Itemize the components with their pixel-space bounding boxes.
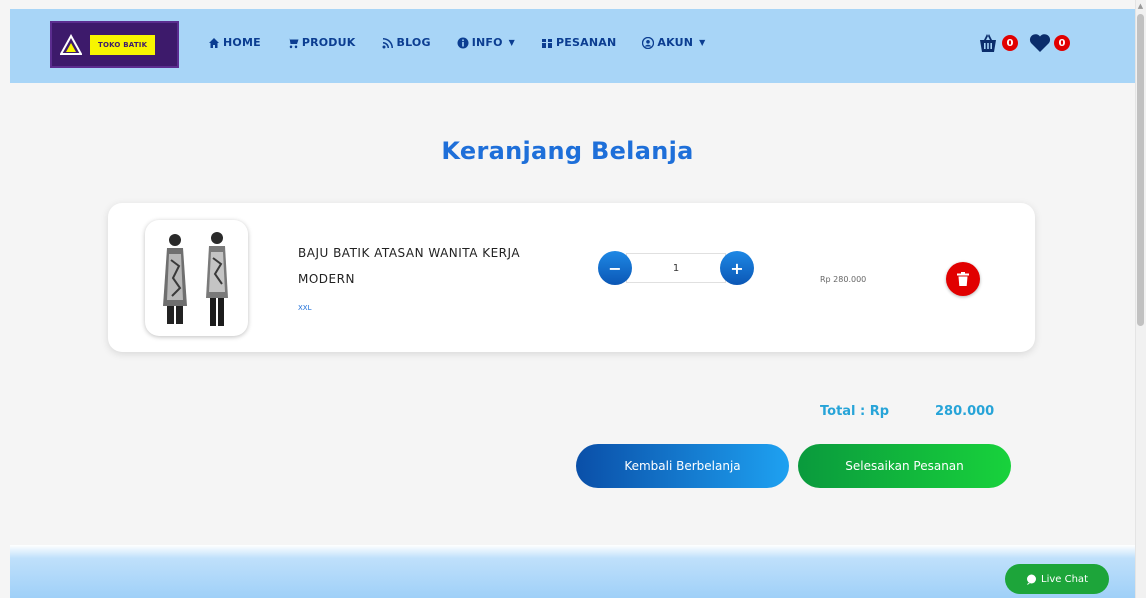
live-chat-label: Live Chat — [1041, 573, 1088, 585]
logo[interactable]: TOKO BATIK — [50, 21, 179, 68]
product-photo-icon — [163, 232, 228, 326]
wishlist-count-badge: 0 — [1054, 35, 1070, 51]
trash-icon — [957, 272, 969, 286]
quantity-input[interactable] — [626, 253, 726, 283]
nav-home[interactable]: HOME — [208, 36, 261, 49]
cart-icon — [286, 37, 299, 48]
chevron-down-icon: ▼ — [508, 38, 516, 47]
nav-blog-label: BLOG — [396, 36, 431, 49]
logo-text: TOKO BATIK — [90, 34, 156, 55]
item-price: Rp 280.000 — [820, 275, 867, 284]
product-name: BAJU BATIK ATASAN WANITA KERJA MODERN — [298, 246, 521, 286]
chevron-down-icon: ▼ — [699, 38, 706, 47]
nav-home-label: HOME — [223, 36, 261, 49]
nav-pesanan[interactable]: PESANAN — [541, 36, 616, 49]
nav-akun[interactable]: AKUN ▼ — [642, 36, 705, 49]
wishlist-button[interactable]: 0 — [1028, 31, 1070, 55]
nav-produk[interactable]: PRODUK — [286, 36, 356, 49]
basket-count-badge: 0 — [1002, 35, 1018, 51]
rss-icon — [382, 37, 393, 48]
total-value: 280.000 — [935, 404, 995, 419]
shopping-basket-icon — [980, 34, 996, 52]
logo-mark-icon — [60, 33, 82, 55]
scrollbar-thumb[interactable] — [1137, 14, 1144, 326]
header-actions: 0 0 — [976, 31, 1070, 55]
page-title: Keranjang Belanja — [441, 137, 694, 165]
product-image[interactable] — [145, 220, 248, 336]
plus-icon: + — [730, 258, 744, 278]
product-size: XXL — [298, 304, 312, 312]
quantity-stepper: − + — [598, 251, 756, 285]
remove-item-button[interactable] — [946, 262, 980, 296]
nav-info[interactable]: INFO ▼ — [457, 36, 515, 49]
continue-shopping-button[interactable]: Kembali Berbelanja — [576, 444, 789, 488]
main-nav: HOME PRODUK BLOG INFO ▼ PESANAN AKUN ▼ — [208, 36, 706, 49]
vertical-scrollbar[interactable]: ▲ — [1135, 0, 1146, 598]
decrease-quantity-button[interactable]: − — [598, 251, 632, 285]
increase-quantity-button[interactable]: + — [720, 251, 754, 285]
page: TOKO BATIK HOME PRODUK BLOG INFO ▼ PESAN… — [0, 0, 1146, 598]
info-icon — [457, 37, 469, 48]
basket-button[interactable]: 0 — [976, 31, 1018, 55]
header: TOKO BATIK HOME PRODUK BLOG INFO ▼ PESAN… — [10, 9, 1135, 83]
minus-icon: − — [608, 258, 622, 278]
nav-produk-label: PRODUK — [301, 36, 356, 49]
checkout-button[interactable]: Selesaikan Pesanan — [798, 444, 1011, 488]
chat-icon — [1027, 574, 1037, 585]
live-chat-button[interactable]: Live Chat — [1005, 564, 1109, 594]
footer — [10, 545, 1135, 598]
user-icon — [642, 36, 655, 49]
nav-akun-label: AKUN — [657, 36, 694, 49]
total-label: Total : Rp — [820, 404, 890, 419]
heart-icon — [1029, 34, 1051, 52]
scroll-up-icon[interactable]: ▲ — [1137, 3, 1144, 10]
home-icon — [209, 37, 219, 48]
cart-item-card: BAJU BATIK ATASAN WANITA KERJA MODERN XX… — [108, 203, 1035, 352]
orders-icon — [542, 38, 553, 48]
nav-info-label: INFO — [471, 36, 503, 49]
nav-pesanan-label: PESANAN — [556, 36, 617, 49]
nav-blog[interactable]: BLOG — [382, 36, 431, 49]
